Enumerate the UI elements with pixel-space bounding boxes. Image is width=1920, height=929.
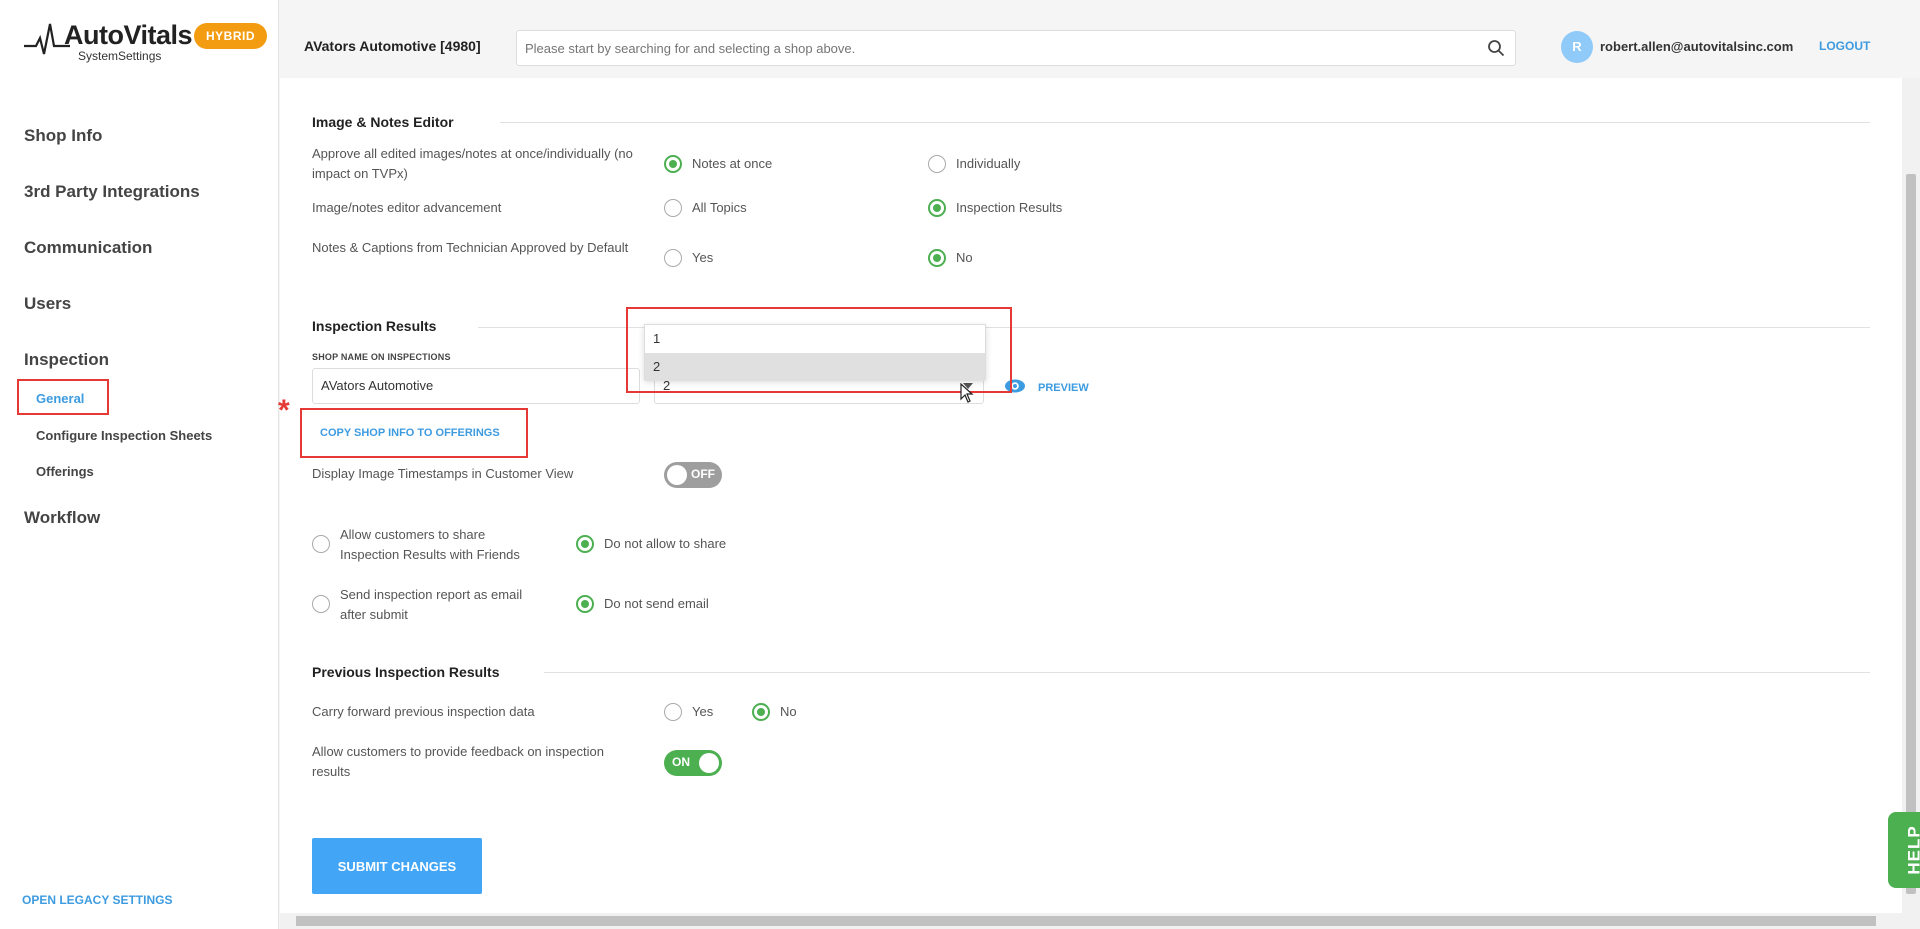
notes-approved-label: Notes & Captions from Technician Approve… — [312, 240, 629, 255]
share-deny-label: Do not allow to share — [604, 536, 727, 551]
approve-notes-at-once-label: Notes at once — [692, 156, 773, 171]
approve-individually-label: Individually — [956, 156, 1021, 171]
sidebar-item-workflow[interactable]: Workflow — [24, 508, 100, 528]
carry-forward-no-label: No — [780, 704, 797, 719]
search-icon[interactable] — [1487, 39, 1505, 57]
vertical-scrollbar-thumb[interactable] — [1906, 174, 1916, 894]
submit-changes-button[interactable]: SUBMIT CHANGES — [312, 838, 482, 894]
email-send-label: Send inspection report as email after su… — [340, 587, 523, 622]
preview-link[interactable]: PREVIEW — [1038, 382, 1089, 394]
section-title-previous-results: Previous Inspection Results — [312, 664, 500, 680]
timestamps-toggle[interactable]: OFF — [664, 462, 722, 488]
share-deny-radio[interactable] — [576, 535, 594, 553]
help-tab-label: HELP — [1904, 825, 1920, 875]
approve-individually-radio[interactable] — [928, 155, 946, 173]
email-none-radio[interactable] — [576, 595, 594, 613]
copy-shop-info-button[interactable]: COPY SHOP INFO TO OFFERINGS — [320, 427, 500, 439]
mouse-cursor-icon — [960, 383, 974, 403]
carry-forward-label: Carry forward previous inspection data — [312, 704, 535, 719]
hybrid-badge: HYBRID — [194, 23, 268, 49]
section-divider — [544, 672, 1870, 673]
header: AVators Automotive [4980] R robert.allen… — [280, 0, 1920, 78]
email-none-label: Do not send email — [604, 596, 709, 611]
notes-approved-yes-radio[interactable] — [664, 249, 682, 267]
asterisk-marker: * — [278, 394, 290, 427]
sidebar-item-communication[interactable]: Communication — [24, 238, 152, 258]
user-email: robert.allen@autovitalsinc.com — [1600, 39, 1794, 54]
help-tab[interactable]: HELP — [1888, 812, 1920, 888]
shop-search-box[interactable] — [516, 30, 1516, 66]
editor-advancement-label: Image/notes editor advancement — [312, 200, 502, 215]
timestamps-toggle-state: OFF — [691, 467, 715, 481]
section-title-inspection-results: Inspection Results — [312, 318, 437, 334]
sidebar-item-integrations[interactable]: 3rd Party Integrations — [24, 182, 200, 202]
notes-approved-yes-label: Yes — [692, 250, 714, 265]
toggle-knob — [667, 465, 687, 485]
sidebar-item-users[interactable]: Users — [24, 294, 71, 314]
vertical-scrollbar[interactable] — [1902, 78, 1920, 913]
open-legacy-settings-link[interactable]: OPEN LEGACY SETTINGS — [22, 893, 172, 907]
settings-content: Image & Notes Editor Approve all edited … — [280, 78, 1902, 913]
sidebar-subitem-offerings[interactable]: Offerings — [36, 464, 94, 479]
horizontal-scrollbar-thumb[interactable] — [296, 916, 1876, 926]
carry-forward-yes-radio[interactable] — [664, 703, 682, 721]
sidebar-item-inspection[interactable]: Inspection — [24, 350, 109, 370]
approve-mode-label: Approve all edited images/notes at once/… — [312, 146, 633, 181]
advancement-all-topics-label: All Topics — [692, 200, 747, 215]
share-allow-label: Allow customers to share Inspection Resu… — [340, 527, 520, 562]
notes-approved-no-label: No — [956, 250, 973, 265]
sidebar-subitem-configure-sheets[interactable]: Configure Inspection Sheets — [36, 428, 212, 443]
shop-name-input[interactable]: AVators Automotive — [312, 368, 640, 404]
sidebar-subitem-general[interactable]: General — [36, 391, 84, 406]
user-avatar[interactable]: R — [1561, 31, 1593, 63]
sidebar: AutoVitals SystemSettings HYBRID Shop In… — [0, 0, 279, 929]
shop-name-label: SHOP NAME ON INSPECTIONS — [312, 352, 451, 362]
feedback-toggle-state: ON — [672, 755, 690, 769]
shop-title: AVators Automotive [4980] — [304, 38, 481, 54]
feedback-label: Allow customers to provide feedback on i… — [312, 744, 604, 779]
shop-search-input[interactable] — [525, 31, 1465, 65]
sidebar-item-shop-info[interactable]: Shop Info — [24, 126, 102, 146]
share-allow-radio[interactable] — [312, 535, 330, 553]
email-send-radio[interactable] — [312, 595, 330, 613]
carry-forward-no-radio[interactable] — [752, 703, 770, 721]
logo-text: AutoVitals — [64, 20, 193, 50]
feedback-toggle[interactable]: ON — [664, 750, 722, 776]
carry-forward-yes-label: Yes — [692, 704, 714, 719]
notes-approved-no-radio[interactable] — [928, 249, 946, 267]
section-title-image-notes: Image & Notes Editor — [312, 114, 454, 130]
logout-link[interactable]: LOGOUT — [1819, 39, 1870, 53]
section-divider — [500, 122, 1870, 123]
horizontal-scrollbar[interactable] — [280, 913, 1920, 929]
dropdown-highlight-box — [626, 307, 1012, 393]
timestamps-label: Display Image Timestamps in Customer Vie… — [312, 466, 574, 481]
autovitals-logo[interactable]: AutoVitals SystemSettings HYBRID — [24, 18, 268, 68]
advancement-inspection-results-radio[interactable] — [928, 199, 946, 217]
advancement-inspection-results-label: Inspection Results — [956, 200, 1063, 215]
approve-notes-at-once-radio[interactable] — [664, 155, 682, 173]
toggle-knob — [699, 753, 719, 773]
logo-subtext: SystemSettings — [78, 49, 162, 63]
advancement-all-topics-radio[interactable] — [664, 199, 682, 217]
